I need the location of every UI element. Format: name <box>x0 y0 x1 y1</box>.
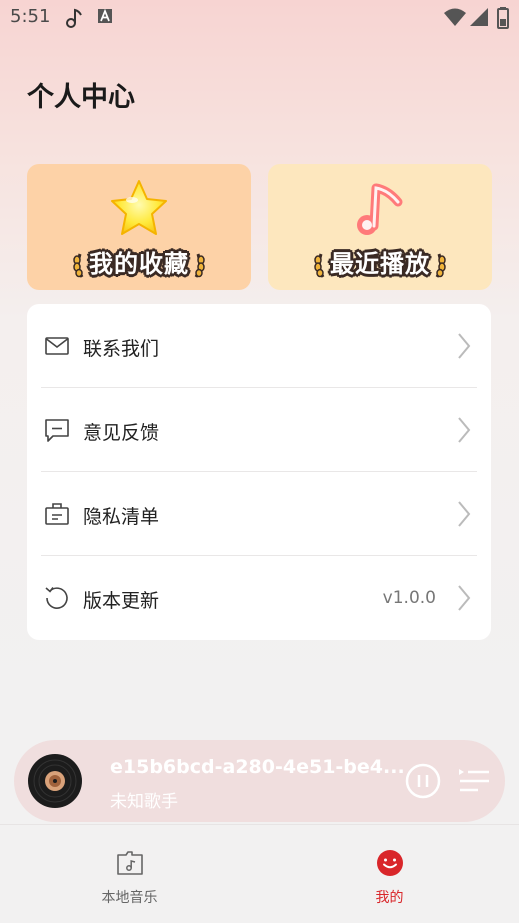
chevron-right-icon <box>458 417 471 443</box>
music-note-icon <box>357 183 403 235</box>
signal-icon <box>470 8 488 26</box>
nav-label: 本地音乐 <box>101 890 158 906</box>
nav-tab-mine[interactable]: 我的 <box>260 825 519 923</box>
menu-item-label: 意见反馈 <box>83 422 160 444</box>
vinyl-record-icon <box>28 754 82 808</box>
battery-icon <box>497 7 509 29</box>
menu-item-contact-us[interactable]: 联系我们 <box>27 304 491 388</box>
nav-tab-local-music[interactable]: 本地音乐 <box>0 825 259 923</box>
menu-item-label: 版本更新 <box>83 590 160 612</box>
menu-item-version-update[interactable]: 版本更新 v1.0.0 <box>27 556 491 640</box>
version-value: v1.0.0 <box>382 588 436 608</box>
chevron-right-icon <box>458 333 471 359</box>
menu-item-feedback[interactable]: 意见反馈 <box>27 388 491 472</box>
wheat-left-icon <box>73 253 84 278</box>
status-bar: 5:51 <box>0 0 519 36</box>
pause-icon[interactable] <box>405 763 441 799</box>
playlist-icon[interactable] <box>458 766 490 796</box>
status-time: 5:51 <box>10 6 51 27</box>
card-label-favorites: 我的收藏 <box>27 244 251 279</box>
song-artist: 未知歌手 <box>110 792 178 812</box>
song-title: e15b6bcd-a280-4e51-be4... <box>110 756 405 778</box>
card-label-recent: 最近播放 <box>268 244 492 279</box>
star-icon <box>111 180 167 235</box>
mini-player[interactable]: e15b6bcd-a280-4e51-be4... 未知歌手 <box>14 740 505 822</box>
menu-item-label: 联系我们 <box>83 338 160 360</box>
music-folder-icon <box>116 851 143 875</box>
wheat-right-icon <box>194 253 205 278</box>
chevron-right-icon <box>458 501 471 527</box>
menu-item-label: 隐私清单 <box>83 506 160 528</box>
mail-icon <box>45 337 69 355</box>
settings-menu: 联系我们 意见反馈 隐私清单 版本更新 v1.0.0 <box>27 304 491 640</box>
favorites-label: 我的收藏 <box>89 250 189 278</box>
wheat-left-icon <box>314 253 325 278</box>
page-title: 个人中心 <box>27 82 135 113</box>
smile-icon <box>376 850 403 876</box>
briefcase-icon <box>45 503 69 525</box>
bottom-navigation: 本地音乐 我的 <box>0 824 519 923</box>
music-note-icon <box>66 8 82 28</box>
nav-label: 我的 <box>375 890 404 906</box>
feedback-icon <box>45 419 69 442</box>
wifi-icon <box>444 8 466 26</box>
wheat-right-icon <box>435 253 446 278</box>
menu-item-privacy-list[interactable]: 隐私清单 <box>27 472 491 556</box>
recent-label: 最近播放 <box>330 250 430 278</box>
refresh-icon <box>45 587 68 609</box>
my-favorites-card[interactable]: 我的收藏 <box>27 164 251 290</box>
recently-played-card[interactable]: 最近播放 <box>268 164 492 290</box>
font-a-icon <box>98 8 112 23</box>
chevron-right-icon <box>458 585 471 611</box>
